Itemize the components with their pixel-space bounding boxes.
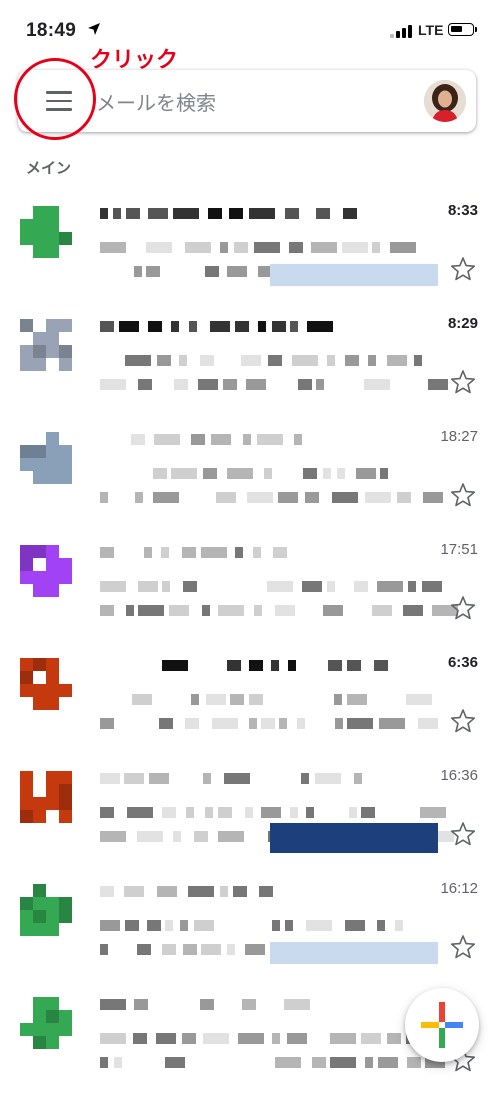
mail-row[interactable]: 16:36 [0,765,498,878]
star-icon[interactable] [450,482,476,508]
mail-time: 8:33 [447,202,478,219]
star-icon[interactable] [450,595,476,621]
mail-time: 17:51 [440,541,478,558]
mail-time: 8:29 [447,315,478,332]
location-arrow-icon [88,23,100,35]
mail-row[interactable]: 8:29 [0,313,498,426]
profile-photo-icon [424,80,466,122]
compose-button[interactable] [405,988,479,1062]
sender-avatar [20,884,72,936]
sender-avatar [20,206,72,258]
mail-row[interactable]: 6:36 [0,652,498,765]
mail-row[interactable]: 18:27 [0,426,498,539]
mail-row[interactable]: 16:12 [0,878,498,991]
sender-avatar [20,771,72,823]
mail-row[interactable]: 17:51 [0,539,498,652]
sender-avatar [20,545,72,597]
mail-time: 16:36 [440,767,478,784]
mail-time: 18:27 [440,428,478,445]
network-label: LTE [418,22,444,38]
battery-icon [448,23,477,36]
mail-time: 16:12 [440,880,478,897]
status-bar: 18:49 LTE [0,0,498,56]
highlight-circle [14,58,96,140]
star-icon[interactable] [450,369,476,395]
status-time: 18:49 [26,20,77,41]
star-icon[interactable] [450,821,476,847]
star-icon[interactable] [450,256,476,282]
star-icon[interactable] [450,708,476,734]
sender-avatar [20,319,72,371]
mail-time: 6:36 [447,654,478,671]
section-label-primary: メイン [26,160,72,177]
mail-row[interactable]: 8:33 [0,200,498,313]
sender-avatar [20,432,72,484]
account-avatar[interactable] [424,80,466,122]
sender-avatar [20,658,72,710]
signal-strength-icon [390,24,412,38]
sender-avatar [20,997,72,1049]
search-input[interactable]: メールを検索 [96,87,216,116]
star-icon[interactable] [450,934,476,960]
compose-plus-icon [421,1002,463,1048]
